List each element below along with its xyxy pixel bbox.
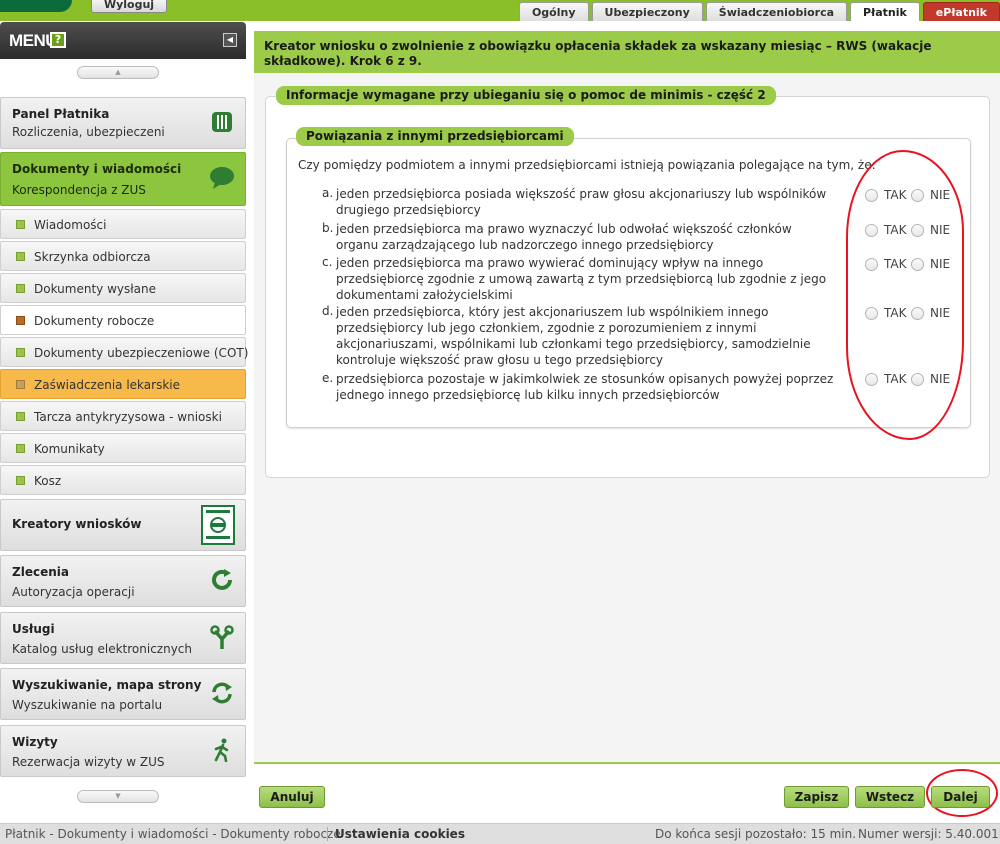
section-title: Panel Płatnika — [12, 107, 110, 121]
subsection-legend: Powiązania z innymi przedsiębiorcami — [296, 127, 574, 146]
breadcrumb: Płatnik - Dokumenty i wiadomości - Dokum… — [5, 827, 341, 841]
status-bar: Płatnik - Dokumenty i wiadomości - Dokum… — [0, 823, 1000, 844]
item-label: Zaświadczenia lekarskie — [34, 378, 180, 392]
sidebar-item-wiadomosci[interactable]: Wiadomości — [0, 209, 246, 239]
save-button[interactable]: Zapisz — [784, 786, 849, 808]
help-icon[interactable]: ? — [50, 32, 66, 48]
option-text: jeden przedsiębiorca ma prawo wyznaczyć … — [336, 222, 792, 252]
section-subtitle: Katalog usług elektronicznych — [12, 642, 192, 656]
section-title: Usługi — [12, 622, 55, 636]
bullet-icon — [16, 252, 25, 261]
wizard-header: Kreator wniosku o zwolnienie z obowiązku… — [254, 31, 1000, 73]
item-label: Komunikaty — [34, 442, 105, 456]
sidebar-item-zaswiadczenia[interactable]: Zaświadczenia lekarskie — [0, 369, 246, 399]
session-timer: Do końca sesji pozostało: 15 min. — [655, 827, 857, 841]
logout-button[interactable]: Wyloguj — [91, 0, 167, 13]
sidebar-item-robocze[interactable]: Dokumenty robocze — [0, 305, 246, 335]
option-letter: a. — [322, 186, 334, 200]
section-title: Kreatory wniosków — [12, 517, 142, 531]
cancel-button[interactable]: Anuluj — [259, 786, 325, 808]
wizard-title: Kreator wniosku o zwolnienie z obowiązku… — [264, 39, 932, 68]
option-letter: d. — [322, 304, 334, 318]
option-text: jeden przedsiębiorca posiada większość p… — [336, 187, 827, 217]
tab-ubezpieczony[interactable]: Ubezpieczony — [591, 2, 703, 21]
section-title: Wyszukiwanie, mapa strony — [12, 678, 202, 692]
section-subtitle: Rozliczenia, ubezpieczeni — [12, 125, 165, 139]
sidebar-section-wizyty[interactable]: Wizyty Rezerwacja wizyty w ZUS — [0, 725, 246, 777]
option-letter: c. — [322, 255, 333, 269]
zus-logo — [0, 0, 72, 12]
wallet-icon — [209, 110, 235, 136]
item-label: Dokumenty robocze — [34, 314, 155, 328]
tab-eplatnik[interactable]: ePłatnik — [922, 2, 1000, 21]
sidebar-item-skrzynka[interactable]: Skrzynka odbiorcza — [0, 241, 246, 271]
section-title: Dokumenty i wiadomości — [12, 162, 182, 176]
item-label: Tarcza antykryzysowa - wnioski — [34, 410, 222, 424]
main-tabs: Ogólny Ubezpieczony Świadczeniobiorca Pł… — [516, 2, 1000, 21]
sidebar-menu: MENU ? ◀ ▲ Panel Płatnika Rozliczenia, u… — [0, 21, 248, 823]
bullet-icon — [16, 476, 25, 485]
item-label: Kosz — [34, 474, 62, 488]
sidebar-section-wyszukiwanie[interactable]: Wyszukiwanie, mapa strony Wyszukiwanie n… — [0, 668, 246, 720]
item-label: Dokumenty ubezpieczeniowe (COT) — [34, 346, 249, 360]
bullet-icon — [16, 348, 25, 357]
divider — [327, 827, 328, 841]
next-button[interactable]: Dalej — [931, 786, 990, 808]
option-letter: e. — [322, 371, 334, 385]
section-subtitle: Korespondencja z ZUS — [12, 183, 146, 197]
section-subtitle: Wyszukiwanie na portalu — [12, 698, 163, 712]
sidebar-item-komunikaty[interactable]: Komunikaty — [0, 433, 246, 463]
bullet-icon — [16, 284, 25, 293]
back-button[interactable]: Wstecz — [855, 786, 925, 808]
option-text: jeden przedsiębiorca ma prawo wywierać d… — [336, 256, 827, 302]
scroll-up-button[interactable]: ▲ — [77, 66, 159, 79]
menu-header: MENU ? ◀ — [0, 22, 246, 59]
section-subtitle: Rezerwacja wizyty w ZUS — [12, 755, 165, 769]
sidebar-section-uslugi[interactable]: Usługi Katalog usług elektronicznych — [0, 612, 246, 664]
top-bar: Wyloguj Ogólny Ubezpieczony Świadczeniob… — [0, 0, 1000, 21]
sidebar-section-zlecenia[interactable]: Zlecenia Autoryzacja operacji — [0, 555, 246, 607]
sidebar-section-panel-platnika[interactable]: Panel Płatnika Rozliczenia, ubezpieczeni — [0, 97, 246, 149]
option-text: przedsiębiorca pozostaje w jakimkolwiek … — [336, 372, 834, 402]
sidebar-item-cot[interactable]: Dokumenty ubezpieczeniowe (COT) — [0, 337, 249, 367]
bullet-icon — [16, 316, 25, 325]
question-text: Czy pomiędzy podmiotem a innymi przedsię… — [298, 158, 876, 172]
speech-bubble-icon — [209, 166, 235, 192]
item-label: Wiadomości — [34, 218, 107, 232]
section-subtitle: Autoryzacja operacji — [12, 585, 135, 599]
collapse-menu-icon[interactable]: ◀ — [223, 33, 237, 47]
version-number: Numer wersji: 5.40.001M — [858, 827, 1000, 841]
bullet-icon — [16, 220, 25, 229]
sidebar-item-tarcza[interactable]: Tarcza antykryzysowa - wnioski — [0, 401, 246, 431]
bullet-icon — [16, 380, 25, 389]
sidebar-item-wyslane[interactable]: Dokumenty wysłane — [0, 273, 246, 303]
section-title: Wizyty — [12, 735, 58, 749]
tab-ogolny[interactable]: Ogólny — [518, 2, 589, 21]
refresh-icon — [209, 568, 235, 594]
scroll-down-button[interactable]: ▼ — [77, 790, 159, 803]
section-title: Zlecenia — [12, 565, 69, 579]
sidebar-section-dokumenty[interactable]: Dokumenty i wiadomości Korespondencja z … — [0, 152, 246, 206]
sidebar-section-kreatory[interactable]: Kreatory wniosków — [0, 499, 246, 551]
sync-icon — [209, 681, 235, 707]
option-text: jeden przedsiębiorca, który jest akcjona… — [336, 305, 811, 367]
item-label: Dokumenty wysłane — [34, 282, 156, 296]
tab-swiadczeniobiorca[interactable]: Świadczeniobiorca — [705, 2, 848, 21]
form-document-icon — [201, 505, 235, 545]
option-letter: b. — [322, 221, 334, 235]
bullet-icon — [16, 412, 25, 421]
radio-group-annotation — [846, 150, 964, 440]
sidebar-item-kosz[interactable]: Kosz — [0, 465, 246, 495]
item-label: Skrzynka odbiorcza — [34, 250, 151, 264]
walking-person-icon — [209, 738, 235, 764]
cookie-settings-link[interactable]: Ustawienia cookies — [335, 827, 465, 841]
bullet-icon — [16, 444, 25, 453]
branch-icon — [209, 625, 235, 651]
tab-platnik[interactable]: Płatnik — [850, 2, 920, 21]
section-legend: Informacje wymagane przy ubieganiu się o… — [276, 86, 776, 105]
